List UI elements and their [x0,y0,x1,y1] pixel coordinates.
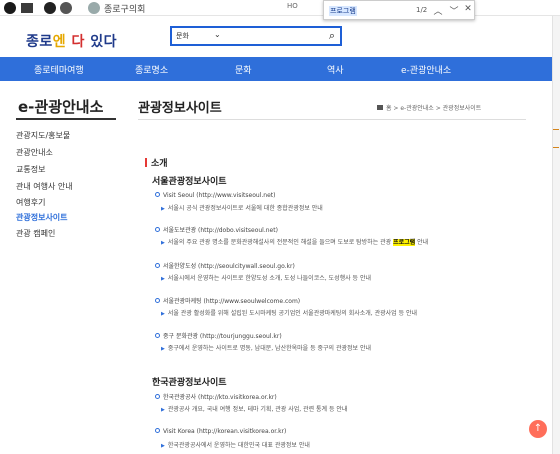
site-description-text: 한국관광공사에서 운영하는 대한민국 대표 관광정보 안내 [167,442,310,449]
site-description: ▶ 중구에서 운영하는 사이트로 명동, 남대문, 남산한옥마을 등 중구의 관광… [161,343,371,352]
arrow-icon: ▶ [161,443,165,449]
bullet-icon [155,394,160,399]
arrow-icon: ▶ [161,240,165,246]
arrow-icon: ▶ [161,276,165,282]
find-next-button[interactable]: ﹀ [448,4,460,17]
back-to-top-button[interactable]: ↑ [529,420,547,438]
site-description: ▶ 서울 관광 활성화를 위해 설립된 도시마케팅 공기업인 서울관광마케팅의 회… [161,308,417,317]
home-icon[interactable] [377,105,383,110]
arrow-icon: ▶ [161,407,165,413]
find-count: 1/2 [416,6,428,14]
site-link-text[interactable]: 서울관광마케팅 (http://www.seoulwelcome.com) [163,298,300,305]
site-description-text: 서울시에서 운영하는 사이트로 한양도성 소개, 도성 나들이코스, 도성행사 … [167,275,372,282]
site-description: ▶ 관광공사 개요, 국내 여행 정보, 테마 기획, 관광 사업, 관련 통계 … [161,404,347,413]
find-match-marker [553,147,559,148]
council-link[interactable]: 종로구의회 [104,2,145,15]
nav-item-culture[interactable]: 문화 [235,63,252,76]
seal-icon[interactable] [44,2,56,14]
site-description: ▶ 서울의 주요 관광 명소를 문화관광해설사의 전문적인 해설을 들으며 도보로… [161,237,428,246]
site-description-text: 관광공사 개요, 국내 여행 정보, 테마 기획, 관광 사업, 관련 통계 등… [167,406,348,413]
search-highlight: 프로그램 [393,239,416,246]
family-site-icon[interactable] [4,2,16,14]
site-description: ▶ 서울시에서 운영하는 사이트로 한양도성 소개, 도성 나들이코스, 도성행사… [161,273,371,282]
site-link-text[interactable]: 서울도보관광 (http://dobo.visitseoul.net) [163,227,278,234]
site-description-text: 서울시 공식 관광정보사이트로 서울에 대한 종합관광정보 안내 [167,205,323,212]
chevron-down-icon[interactable]: ⌄ [214,30,221,39]
arrow-icon: ▶ [161,346,165,352]
sidebar-item-campaign[interactable]: 관광 캠페인 [16,228,55,239]
logo-text-c: 다 [66,34,85,50]
bullet-icon [155,192,160,197]
group-title: 한국관광정보사이트 [152,378,227,388]
sidebar-title: e-관광안내소 [18,98,104,116]
group-title: 서울관광정보사이트 [152,177,227,187]
site-link[interactable]: 서울관광마케팅 (http://www.seoulwelcome.com) [155,296,300,305]
find-close-button[interactable]: ✕ [462,4,474,14]
logo-text-b: 엔 [52,34,67,50]
site-logo[interactable]: 종로엔 다 있다 [26,31,117,51]
breadcrumb-text[interactable]: 홈 > e-관광안내소 > 관광정보사이트 [386,105,481,112]
scrollbar[interactable] [552,16,560,454]
sidebar-item-agencies[interactable]: 관내 여행사 안내 [16,181,73,192]
bullet-icon [155,263,160,268]
site-description-text-end: 안내 [415,239,429,246]
sidebar-item-transport[interactable]: 교통정보 [16,164,45,175]
sidebar-divider [16,118,116,120]
site-link[interactable]: 서울한양도성 (http://seoulcitywall.seoul.go.kr… [155,261,295,270]
nav-item-theme-travel[interactable]: 종로테마여행 [34,63,84,76]
site-description: ▶ 서울시 공식 관광정보사이트로 서울에 대한 종합관광정보 안내 [161,203,323,212]
site-description-text: 서울의 주요 관광 명소를 문화관광해설사의 전문적인 해설을 들으며 도보로 … [167,239,394,246]
find-input[interactable]: 프로그램 [329,6,357,16]
arrow-icon: ▶ [161,311,165,317]
find-match-marker [553,129,559,130]
site-link-text[interactable]: 중구 문화관광 (http://tourjunggu.seoul.kr) [163,333,282,340]
site-link[interactable]: 한국관광공사 (http://kto.visitkorea.or.kr) [155,392,277,401]
bullet-icon [155,227,160,232]
hanok-logo-icon[interactable] [21,3,33,13]
site-description-text: 중구에서 운영하는 사이트로 명동, 남대문, 남산한옥마을 등 중구의 관광정… [167,345,372,352]
main-nav: 종로테마여행 종로명소 문화 역사 e-관광안내소 [0,57,560,81]
nav-item-tour-info[interactable]: e-관광안내소 [401,63,451,76]
nav-item-attractions[interactable]: 종로명소 [135,63,168,76]
site-link[interactable]: Visit Seoul (http://www.visitseoul.net) [155,192,275,199]
breadcrumb: 홈 > e-관광안내소 > 관광정보사이트 [377,103,481,112]
site-description: ▶ 한국관광공사에서 운영하는 대한민국 대표 관광정보 안내 [161,440,310,449]
bullet-icon [155,298,160,303]
site-link-text[interactable]: 서울한양도성 (http://seoulcitywall.seoul.go.kr… [163,263,295,270]
bullet-icon [155,428,160,433]
search-box: 문화 ⌄ ⌕ [170,26,342,46]
sidebar-item-info-sites[interactable]: 관광정보사이트 [16,212,68,223]
search-icon[interactable]: ⌕ [329,29,335,43]
find-bar: 프로그램 1/2 ︿ ﹀ ✕ [323,0,475,20]
site-link[interactable]: Visit Korea (http://korean.visitkorea.or… [155,428,286,435]
section-heading: 소개 [145,156,168,169]
site-link[interactable]: 중구 문화관광 (http://tourjunggu.seoul.kr) [155,331,282,340]
sidebar-item-reviews[interactable]: 여행후기 [16,197,45,208]
council-logo-icon[interactable] [88,2,100,14]
site-link-text[interactable]: Visit Seoul (http://www.visitseoul.net) [163,192,275,199]
section-marker [145,158,147,167]
site-link-text[interactable]: Visit Korea (http://korean.visitkorea.or… [163,428,286,435]
site-link-text[interactable]: 한국관광공사 (http://kto.visitkorea.or.kr) [163,394,277,401]
utility-bar: 종로구의회 HO [0,0,560,16]
logo-text-a: 종로 [26,34,53,50]
section-heading-text: 소개 [151,159,168,169]
site-description-text: 서울 관광 활성화를 위해 설립된 도시마케팅 공기업인 서울관광마케팅의 회사… [167,310,418,317]
bullet-icon [155,333,160,338]
sidebar-item-maps[interactable]: 관광지도/홍보물 [16,130,70,141]
page-title: 관광정보사이트 [138,101,222,116]
logo-text-d: 있다 [84,34,118,50]
arrow-icon: ▶ [161,206,165,212]
emblem-icon[interactable] [60,2,72,14]
search-category-select[interactable]: 문화 [176,31,189,41]
nav-item-history[interactable]: 역사 [327,63,344,76]
title-divider [138,119,526,120]
find-prev-button[interactable]: ︿ [432,4,444,17]
tab-fragment: HO [287,2,298,10]
sidebar-item-info-center[interactable]: 관광안내소 [16,147,53,158]
site-link[interactable]: 서울도보관광 (http://dobo.visitseoul.net) [155,225,278,234]
